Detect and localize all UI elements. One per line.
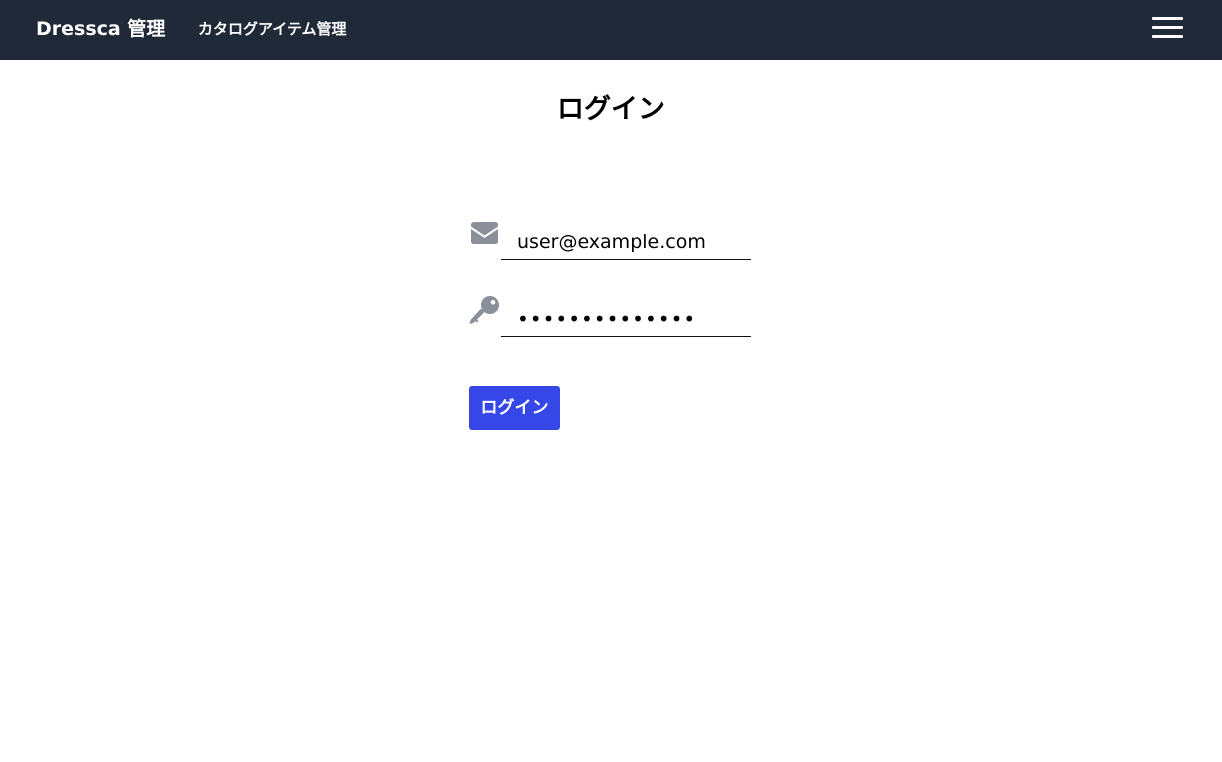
hamburger-menu-icon[interactable]	[1152, 16, 1183, 40]
password-input[interactable]	[501, 294, 751, 337]
key-icon	[469, 296, 499, 324]
nav-link-catalog-items[interactable]: カタログアイテム管理	[198, 19, 347, 39]
hamburger-bar	[1152, 35, 1183, 38]
brand-link[interactable]: Dressca 管理	[36, 17, 165, 41]
email-field-row	[469, 217, 759, 261]
hamburger-bar	[1152, 17, 1183, 20]
page-title: ログイン	[557, 94, 665, 125]
password-field-row	[469, 294, 759, 338]
hamburger-bar	[1152, 26, 1183, 29]
top-navbar: Dressca 管理 カタログアイテム管理	[0, 0, 1222, 60]
envelope-icon	[471, 222, 498, 244]
login-button[interactable]: ログイン	[469, 386, 560, 430]
email-input[interactable]	[501, 217, 751, 260]
